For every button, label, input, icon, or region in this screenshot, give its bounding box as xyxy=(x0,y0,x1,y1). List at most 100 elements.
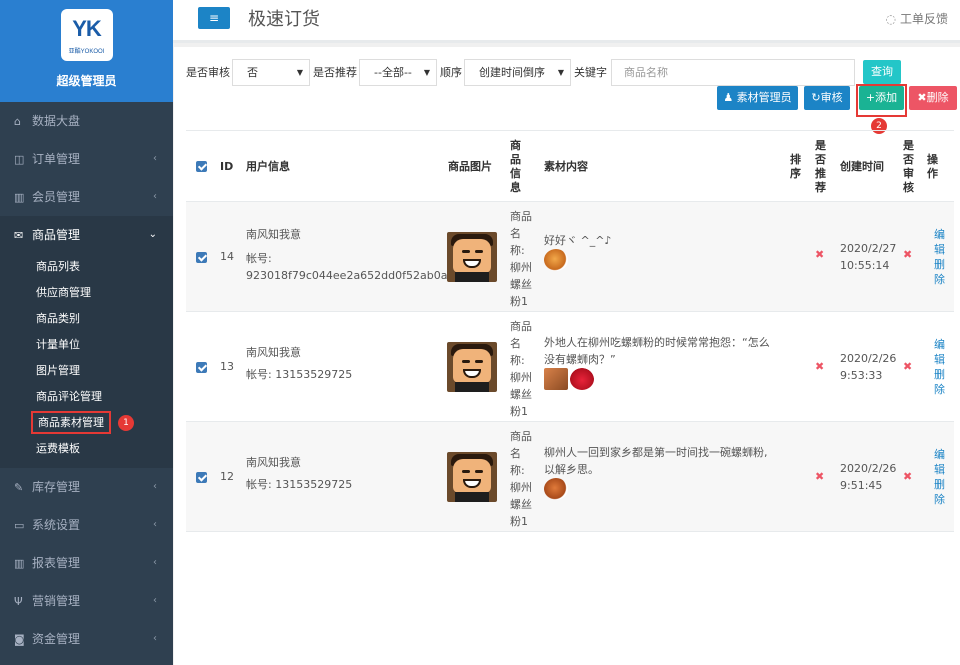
cutlery-icon: Ψ xyxy=(14,595,23,608)
admin-name: 超级管理员 xyxy=(56,74,117,88)
nav-item-dashboard[interactable]: ⌂ 数据大盘 xyxy=(0,102,173,140)
nav-label: 订单管理 xyxy=(32,152,81,166)
col-recommend: 是否推荐 xyxy=(815,138,826,194)
col-audited: 是否审核 xyxy=(903,138,914,194)
sub-item-product-list[interactable]: 商品列表 xyxy=(0,254,173,280)
col-sort: 排序 xyxy=(790,152,801,180)
sub-item-shipping-templates[interactable]: 运费模板 xyxy=(0,436,173,462)
chevron-left-icon: ‹ xyxy=(153,153,157,164)
columns-icon: ◫ xyxy=(14,153,25,166)
nav-item-orders[interactable]: ◫ 订单管理 ‹ xyxy=(0,140,173,178)
row-created-time: 2020/2/27 10:55:14 xyxy=(840,242,897,272)
row-id: 13 xyxy=(220,360,234,373)
nav-label: 报表管理 xyxy=(32,556,81,570)
product-image[interactable] xyxy=(447,342,497,392)
row-content: 好好ヾ ^_^♪ xyxy=(544,232,774,271)
nav-item-marketing[interactable]: Ψ 营销管理 ‹ xyxy=(0,582,173,620)
nav-label: 数据大盘 xyxy=(32,114,81,128)
row-product-info: 商品名称:柳州螺丝粉1 xyxy=(510,430,532,528)
users-icon: ♟ xyxy=(723,91,737,104)
nav-label: 系统设置 xyxy=(32,518,81,532)
row-product-info: 商品名称:柳州螺丝粉1 xyxy=(510,320,532,418)
row-user-name: 南风知我意 xyxy=(246,456,301,469)
nav-item-settings[interactable]: ▭ 系统设置 ‹ xyxy=(0,506,173,544)
delete-link[interactable]: 删除 xyxy=(933,367,946,397)
row-checkbox[interactable] xyxy=(196,252,207,263)
sub-item-units[interactable]: 计量单位 xyxy=(0,332,173,358)
col-content: 素材内容 xyxy=(544,159,588,173)
nav-item-finance[interactable]: ◙ 资金管理 ‹ xyxy=(0,620,173,658)
chevron-left-icon: ‹ xyxy=(153,481,157,492)
products-submenu: 商品列表 供应商管理 商品类别 计量单位 图片管理 商品评论管理 商品素材管理 1… xyxy=(0,254,173,468)
feedback-link[interactable]: ◌ 工单反馈 xyxy=(886,10,949,27)
close-icon: ✖ xyxy=(917,91,927,104)
caret-down-icon: ▼ xyxy=(557,67,564,77)
audited-no-icon: ✖ xyxy=(903,248,913,261)
table-row: 14 南风知我意 帐号: 923018f79c044ee2a652dd0f52a… xyxy=(186,202,954,312)
content-thumbnail[interactable] xyxy=(544,249,568,271)
recommend-no-icon: ✖ xyxy=(815,470,825,483)
nav-item-members[interactable]: ▥ 会员管理 ‹ xyxy=(0,178,173,216)
content-thumbnail[interactable] xyxy=(544,368,568,390)
select-all-checkbox[interactable] xyxy=(196,131,207,202)
row-user-name: 南风知我意 xyxy=(246,228,301,241)
content-thumbnail[interactable] xyxy=(544,478,568,500)
keyword-search-input[interactable]: 商品名称 xyxy=(611,58,855,86)
logo: YK 亚酷YOKOOI xyxy=(60,9,113,61)
chevron-left-icon: ‹ xyxy=(153,519,157,530)
chevron-left-icon: ‹ xyxy=(153,557,157,568)
query-button[interactable]: 查询 xyxy=(863,60,901,84)
sub-item-suppliers[interactable]: 供应商管理 xyxy=(0,280,173,306)
recommend-no-icon: ✖ xyxy=(815,248,825,261)
row-account: 帐号: 13153529725 xyxy=(246,478,353,491)
audit-filter-select[interactable]: 否 ▼ xyxy=(232,58,310,86)
content-thumbnail[interactable] xyxy=(570,368,594,390)
brand: YK 亚酷YOKOOI 超级管理员 xyxy=(0,0,173,102)
checkbox-icon xyxy=(196,161,207,172)
nav-item-reports[interactable]: ▥ 报表管理 ‹ xyxy=(0,544,173,582)
order-filter-select[interactable]: 创建时间倒序 ▼ xyxy=(464,58,571,86)
nav-item-products[interactable]: ✉ 商品管理 ⌄ xyxy=(0,216,173,254)
delete-button[interactable]: ✖删除 xyxy=(909,86,957,110)
row-product-info: 商品名称:柳州螺丝粉1 xyxy=(510,210,532,308)
sub-item-materials[interactable]: 商品素材管理 1 xyxy=(0,410,173,436)
sub-item-images[interactable]: 图片管理 xyxy=(0,358,173,384)
table-header: ID 用户信息 商品图片 商品信息 素材内容 排序 是否推荐 创建时间 是否审核… xyxy=(186,131,954,202)
col-id: ID xyxy=(220,159,234,173)
menu-toggle-button[interactable]: ≡ xyxy=(198,7,230,29)
sub-item-categories[interactable]: 商品类别 xyxy=(0,306,173,332)
nav-item-inventory[interactable]: ✎ 库存管理 ‹ xyxy=(0,468,173,506)
delete-link[interactable]: 删除 xyxy=(933,257,946,287)
row-account: 帐号: 13153529725 xyxy=(246,368,353,381)
row-created-time: 2020/2/26 9:53:33 xyxy=(840,352,897,382)
col-image: 商品图片 xyxy=(448,159,492,173)
product-image[interactable] xyxy=(447,232,497,282)
sidebar: YK 亚酷YOKOOI 超级管理员 ⌂ 数据大盘 ◫ 订单管理 ‹ ▥ 会员管理 ‹ ✉ 商… xyxy=(0,0,173,665)
edit-icon: ✎ xyxy=(14,481,24,494)
audit-button[interactable]: ↻审核 xyxy=(804,86,850,110)
order-filter-label: 顺序 xyxy=(440,66,462,79)
row-content: 柳州人一回到家乡都是第一时间找一碗螺蛳粉,以解乡思。 xyxy=(544,444,776,500)
refresh-icon: ↻ xyxy=(811,91,821,104)
add-button-highlight xyxy=(856,84,907,117)
bar-chart-icon: ▥ xyxy=(14,191,25,204)
product-image[interactable] xyxy=(447,452,497,502)
material-admin-button[interactable]: ♟ 素材管理员 xyxy=(717,86,798,110)
table-row: 12 南风知我意 帐号: 13153529725 商品名称:柳州螺丝粉1 柳州人… xyxy=(186,422,954,532)
edit-link[interactable]: 编辑 xyxy=(933,447,946,477)
recommend-no-icon: ✖ xyxy=(815,360,825,373)
recommend-filter-select[interactable]: --全部-- ▼ xyxy=(359,58,437,86)
keyword-filter-label: 关键字 xyxy=(574,66,607,79)
delete-link[interactable]: 删除 xyxy=(933,477,946,507)
nav-label: 营销管理 xyxy=(32,594,81,608)
main-nav: ⌂ 数据大盘 ◫ 订单管理 ‹ ▥ 会员管理 ‹ ✉ 商品管理 ⌄ xyxy=(0,102,173,254)
content-panel: 是否审核 否 ▼ 是否推荐 --全部-- ▼ 顺序 创建时间倒序 ▼ 关键字 商品名称… xyxy=(174,47,960,665)
sub-item-reviews[interactable]: 商品评论管理 xyxy=(0,384,173,410)
recommend-filter-label: 是否推荐 xyxy=(313,66,357,79)
row-checkbox[interactable] xyxy=(196,472,207,483)
audited-no-icon: ✖ xyxy=(903,470,913,483)
col-info: 商品信息 xyxy=(510,138,521,194)
edit-link[interactable]: 编辑 xyxy=(933,227,946,257)
row-checkbox[interactable] xyxy=(196,362,207,373)
edit-link[interactable]: 编辑 xyxy=(933,337,946,367)
